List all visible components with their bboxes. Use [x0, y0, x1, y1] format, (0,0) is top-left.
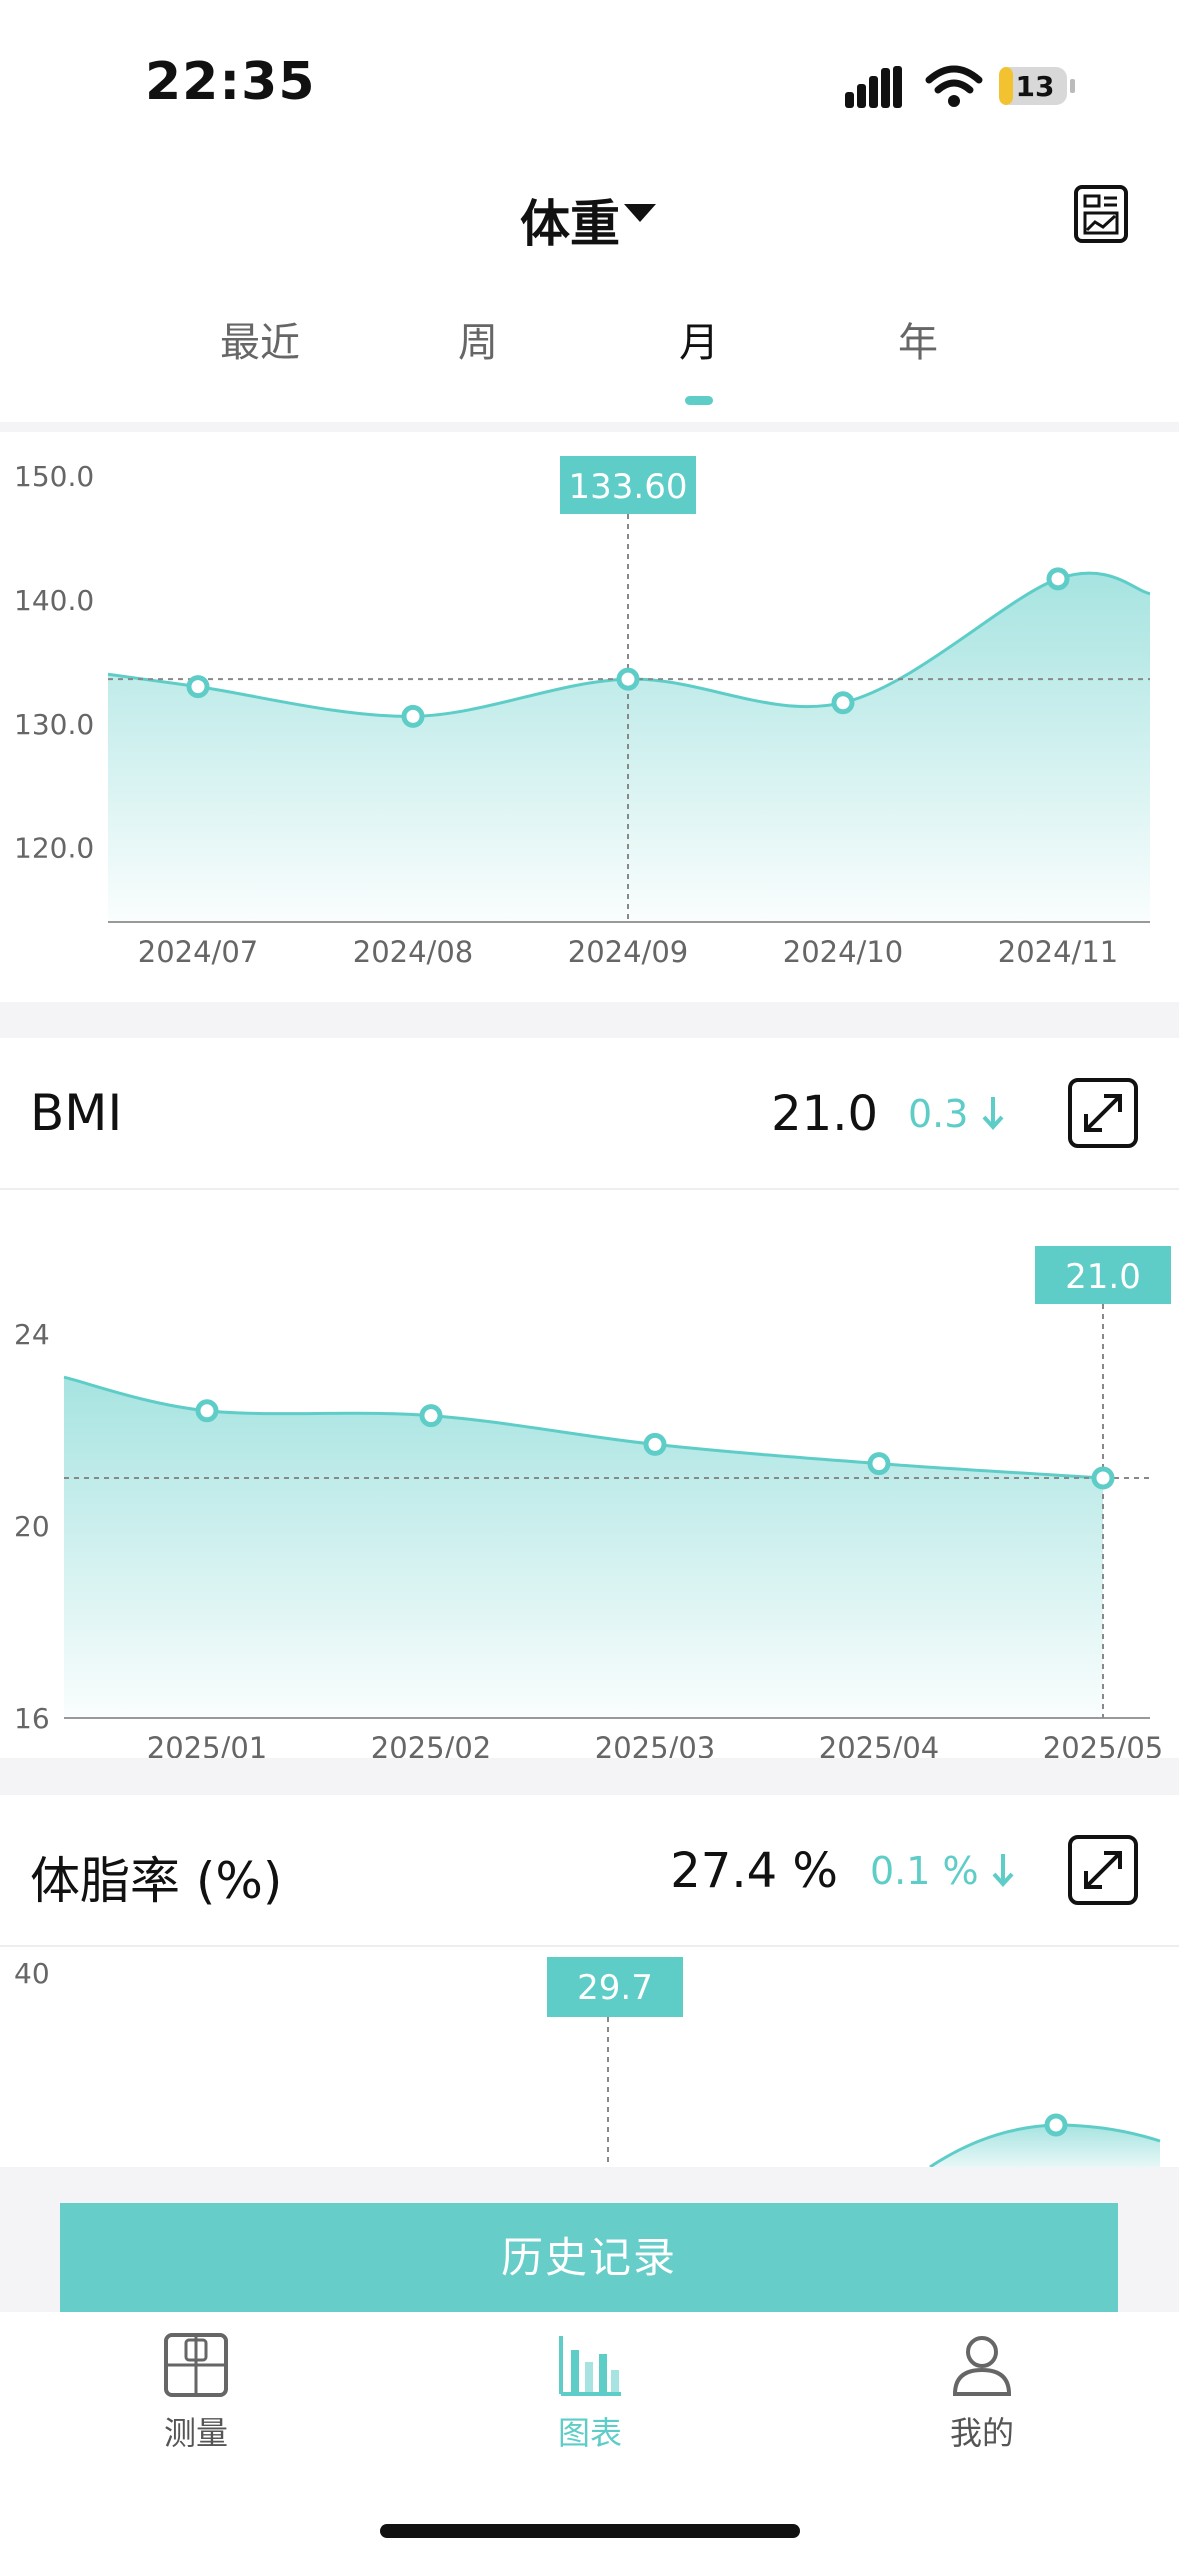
nav-profile[interactable]: 我的 [882, 2332, 1082, 2454]
bmi-card: BMI 21.0 0.3 24 20 16 2025/01 2025/02 2025/03… [0, 1038, 1179, 1758]
tab-indicator [685, 396, 713, 405]
weight-chart-card: 150.0 140.0 130.0 120.0 2024/07 2024/08 2024/0… [0, 432, 1179, 1002]
nav-charts-label: 图表 [557, 2414, 622, 2452]
bmi-expand-button[interactable] [1068, 1078, 1138, 1148]
bmi-value: 21.0 [771, 1086, 878, 1142]
page-title[interactable]: 体重 [520, 184, 620, 256]
y-tick-label: 140.0 [14, 584, 94, 617]
y-tick-label: 150.0 [14, 460, 94, 493]
data-point[interactable] [643, 1432, 667, 1456]
arrow-down-icon [982, 1097, 1004, 1130]
x-tick-label: 2024/11 [998, 935, 1118, 969]
bottom-tab-bar: 测量 图表 我的 [0, 2312, 1179, 2556]
bmi-delta-group: 0.3 [908, 1092, 1006, 1136]
expand-icon [1084, 1851, 1122, 1889]
arrow-down-icon [992, 1854, 1014, 1887]
x-tick-label: 2024/10 [783, 935, 903, 969]
bar-chart-icon [559, 2336, 621, 2396]
nav-profile-label: 我的 [949, 2414, 1014, 2452]
report-icon[interactable] [1073, 184, 1129, 244]
body-fat-delta-group: 0.1 % [870, 1849, 1016, 1893]
tab-month[interactable]: 月 [629, 310, 769, 368]
body-fat-value: 27.4 % [670, 1843, 838, 1899]
x-tick-label: 2024/09 [568, 935, 688, 969]
x-tick-label: 2024/08 [353, 935, 473, 969]
x-tick-label: 2025/04 [819, 1731, 939, 1758]
x-tick-label: 2025/03 [595, 1731, 715, 1758]
history-button[interactable]: 历史记录 [60, 2203, 1118, 2312]
tooltip-value: 29.7 [577, 1968, 653, 2008]
data-point[interactable] [419, 1404, 443, 1428]
body-fat-expand-button[interactable] [1068, 1835, 1138, 1905]
data-point[interactable] [186, 675, 210, 699]
x-tick-label: 2024/07 [138, 935, 258, 969]
data-point[interactable] [616, 667, 640, 691]
data-point[interactable] [1046, 567, 1070, 591]
body-fat-delta: 0.1 % [870, 1849, 979, 1893]
nav-measure-label: 测量 [163, 2414, 228, 2452]
weight-chart[interactable]: 150.0 140.0 130.0 120.0 2024/07 2024/08 2024/0… [0, 432, 1179, 1002]
data-point[interactable] [1044, 2113, 1068, 2137]
user-icon [952, 2336, 1012, 2396]
x-tick-label: 2025/02 [371, 1731, 491, 1758]
caret-down-icon[interactable] [624, 204, 656, 224]
scale-icon [164, 2333, 228, 2397]
data-point[interactable] [195, 1399, 219, 1423]
status-time: 22:35 [145, 52, 316, 112]
bmi-chart[interactable]: 24 20 16 2025/01 2025/02 2025/03 2025/04 2025/0… [0, 1190, 1179, 1758]
status-bar: 22:35 13 [0, 0, 1179, 150]
x-tick-label: 2025/01 [147, 1731, 267, 1758]
tab-year[interactable]: 年 [848, 310, 988, 368]
nav-charts[interactable]: 图表 [490, 2332, 690, 2454]
home-indicator [380, 2524, 800, 2538]
y-tick-label: 130.0 [14, 708, 94, 741]
wifi-icon [925, 65, 983, 107]
tooltip-value: 133.60 [569, 467, 688, 507]
tab-recent[interactable]: 最近 [190, 310, 330, 368]
body-fat-card: 体脂率 (%) 27.4 % 0.1 % 40 29.7 [0, 1795, 1179, 2167]
body-fat-title: 体脂率 (%) [30, 1852, 283, 1910]
nav-measure[interactable]: 测量 [96, 2332, 296, 2454]
signal-icon [845, 66, 902, 108]
y-tick-label: 120.0 [14, 832, 94, 865]
battery-icon: 13 [998, 66, 1076, 106]
y-tick-label: 20 [14, 1510, 50, 1543]
history-area: 历史记录 [0, 2167, 1179, 2312]
header: 体重 最近 周 月 年 [0, 150, 1179, 422]
tab-week[interactable]: 周 [408, 310, 548, 368]
x-tick-label: 2025/05 [1043, 1731, 1163, 1758]
y-tick-label: 40 [14, 1957, 50, 1990]
body-fat-chart[interactable]: 40 29.7 [0, 1947, 1179, 2167]
tooltip-value: 21.0 [1065, 1257, 1141, 1297]
y-tick-label: 24 [14, 1318, 50, 1351]
bmi-title: BMI [30, 1084, 123, 1142]
battery-level: 13 [1015, 70, 1055, 103]
data-point[interactable] [401, 704, 425, 728]
y-tick-label: 16 [14, 1702, 50, 1735]
data-point[interactable] [1091, 1466, 1115, 1490]
bmi-delta: 0.3 [908, 1092, 969, 1136]
data-point[interactable] [831, 691, 855, 715]
chart-area [64, 1377, 1103, 1718]
data-point[interactable] [867, 1452, 891, 1476]
expand-icon [1084, 1094, 1122, 1132]
